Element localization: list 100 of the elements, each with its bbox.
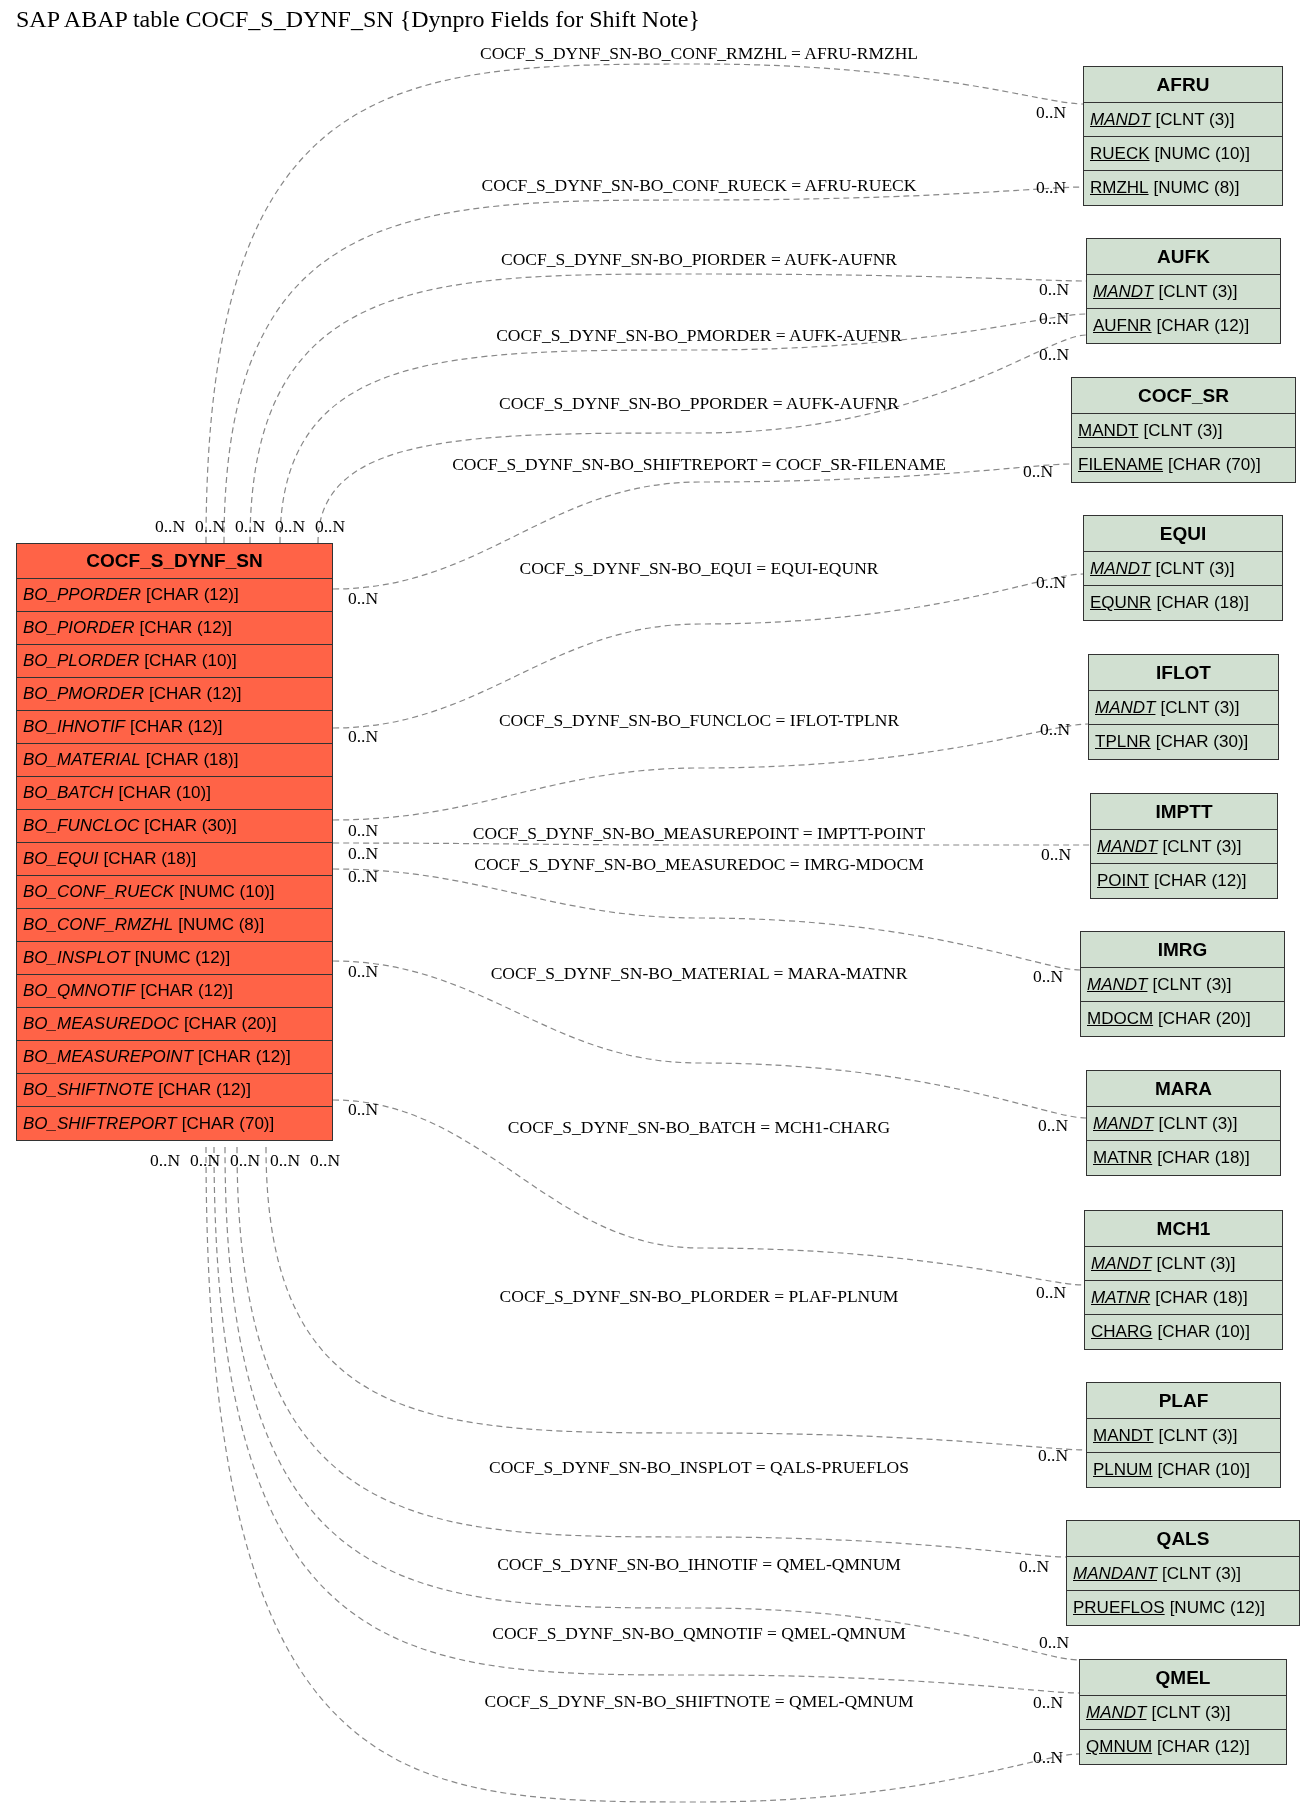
- relation-label: COCF_S_DYNF_SN-BO_MATERIAL = MARA-MATNR: [490, 962, 908, 984]
- cardinality-label: 0..N: [1037, 1114, 1069, 1136]
- relation-label: COCF_S_DYNF_SN-BO_CONF_RUECK = AFRU-RUECK: [481, 174, 917, 196]
- cardinality-label: 0..N: [234, 515, 266, 537]
- table-field-row: BO_CONF_RMZHL [NUMC (8)]: [17, 909, 332, 942]
- relation-label: COCF_S_DYNF_SN-BO_IHNOTIF = QMEL-QMNUM: [497, 1553, 901, 1575]
- relation-label: COCF_S_DYNF_SN-BO_INSPLOT = QALS-PRUEFLOS: [489, 1456, 909, 1478]
- table-field-row: MANDT [CLNT (3)]: [1084, 552, 1282, 586]
- cardinality-label: 0..N: [1038, 278, 1070, 300]
- relation-label: COCF_S_DYNF_SN-BO_BATCH = MCH1-CHARG: [507, 1116, 891, 1138]
- table-field-row-text: POINT [CHAR (12)]: [1096, 870, 1248, 892]
- cardinality-label: 0..N: [1038, 307, 1070, 329]
- table-field-row-text: RMZHL [NUMC (8)]: [1089, 177, 1241, 199]
- table-field-row: BO_FUNCLOC [CHAR (30)]: [17, 810, 332, 843]
- cardinality-label: 0..N: [1039, 718, 1071, 740]
- cardinality-label: 0..N: [1035, 101, 1067, 123]
- cardinality-label: 0..N: [347, 842, 379, 864]
- table-field-row: BO_PIORDER [CHAR (12)]: [17, 612, 332, 645]
- table-field-row: RUECK [NUMC (10)]: [1084, 137, 1282, 171]
- table-field-row: BO_PLORDER [CHAR (10)]: [17, 645, 332, 678]
- table-name-header: COCF_SR: [1072, 378, 1295, 414]
- table-field-row: BO_QMNOTIF [CHAR (12)]: [17, 975, 332, 1008]
- relation-label: COCF_S_DYNF_SN-BO_CONF_RMZHL = AFRU-RMZHL: [480, 42, 918, 64]
- cardinality-label: 0..N: [347, 865, 379, 887]
- cardinality-label: 0..N: [347, 587, 379, 609]
- cardinality-label: 0..N: [274, 515, 306, 537]
- table-field-row: BO_SHIFTNOTE [CHAR (12)]: [17, 1074, 332, 1107]
- table-name-header: MARA: [1087, 1071, 1280, 1107]
- table-field-row: BO_PMORDER [CHAR (12)]: [17, 678, 332, 711]
- relation-label: COCF_S_DYNF_SN-BO_SHIFTNOTE = QMEL-QMNUM: [484, 1690, 914, 1712]
- table-name-header: QALS: [1067, 1521, 1299, 1557]
- cardinality-label: 0..N: [154, 515, 186, 537]
- cardinality-label: 0..N: [189, 1149, 221, 1171]
- table-field-row: BO_EQUI [CHAR (18)]: [17, 843, 332, 876]
- table-field-row-text: TPLNR [CHAR (30)]: [1094, 731, 1250, 753]
- cardinality-label: 0..N: [347, 819, 379, 841]
- cardinality-label: 0..N: [347, 725, 379, 747]
- table-field-row: BO_IHNOTIF [CHAR (12)]: [17, 711, 332, 744]
- relation-label: COCF_S_DYNF_SN-BO_QMNOTIF = QMEL-QMNUM: [492, 1622, 906, 1644]
- cardinality-label: 0..N: [1032, 1691, 1064, 1713]
- table-field-row: MANDT [CLNT (3)]: [1080, 1696, 1286, 1730]
- table-field-row-text: QMNUM [CHAR (12)]: [1085, 1736, 1251, 1758]
- table-name-header: PLAF: [1087, 1383, 1280, 1419]
- table-name-header: IMPTT: [1091, 794, 1277, 830]
- cardinality-label: 0..N: [314, 515, 346, 537]
- cardinality-label: 0..N: [1038, 343, 1070, 365]
- table-name-header: MCH1: [1085, 1211, 1282, 1247]
- cardinality-label: 0..N: [347, 960, 379, 982]
- relation-label: COCF_S_DYNF_SN-BO_PMORDER = AUFK-AUFNR: [496, 324, 902, 346]
- table-field-row-text: EQUNR [CHAR (18)]: [1089, 592, 1250, 614]
- table-field-row: MANDANT [CLNT (3)]: [1067, 1557, 1299, 1591]
- table-field-row-text: AUFNR [CHAR (12)]: [1092, 315, 1251, 337]
- cardinality-label: 0..N: [309, 1149, 341, 1171]
- table-field-row: BO_MATERIAL [CHAR (18)]: [17, 744, 332, 777]
- relation-label: COCF_S_DYNF_SN-BO_SHIFTREPORT = COCF_SR-FILENAME: [452, 453, 946, 475]
- cardinality-label: 0..N: [1040, 843, 1072, 865]
- cardinality-label: 0..N: [1032, 1746, 1064, 1768]
- relation-label: COCF_S_DYNF_SN-BO_MEASUREDOC = IMRG-MDOCM: [474, 853, 924, 875]
- relation-label: COCF_S_DYNF_SN-BO_PIORDER = AUFK-AUFNR: [501, 248, 897, 270]
- table-name-header: QMEL: [1080, 1660, 1286, 1696]
- table-name-header: IMRG: [1081, 932, 1284, 968]
- cardinality-label: 0..N: [347, 1098, 379, 1120]
- table-field-row: MANDT [CLNT (3)]: [1087, 1419, 1280, 1453]
- table-field-row: MANDT [CLNT (3)]: [1087, 275, 1280, 309]
- table-field-row-text: MATNR [CHAR (18)]: [1092, 1147, 1251, 1169]
- table-name-header: IFLOT: [1089, 655, 1278, 691]
- relation-label: COCF_S_DYNF_SN-BO_FUNCLOC = IFLOT-TPLNR: [498, 709, 900, 731]
- cardinality-label: 0..N: [1022, 460, 1054, 482]
- table-field-row-text: PLNUM [CHAR (10)]: [1092, 1459, 1252, 1481]
- relation-label: COCF_S_DYNF_SN-BO_EQUI = EQUI-EQUNR: [519, 557, 879, 579]
- table-field-row: MANDT [CLNT (3)]: [1091, 830, 1277, 864]
- table-field-row: MANDT [CLNT (3)]: [1084, 103, 1282, 137]
- cardinality-label: 0..N: [1018, 1555, 1050, 1577]
- cardinality-label: 0..N: [269, 1149, 301, 1171]
- table-field-row: BO_MEASUREDOC [CHAR (20)]: [17, 1008, 332, 1041]
- table-field-row: MANDT [CLNT (3)]: [1085, 1247, 1282, 1281]
- relation-label: COCF_S_DYNF_SN-BO_MEASUREPOINT = IMPTT-POINT: [472, 822, 926, 844]
- table-field-row: MANDT [CLNT (3)]: [1081, 968, 1284, 1002]
- cardinality-label: 0..N: [1038, 1631, 1070, 1653]
- cardinality-label: 0..N: [229, 1149, 261, 1171]
- table-field-row-text: MDOCM [CHAR (20)]: [1086, 1008, 1252, 1030]
- table-field-row: MANDT [CLNT (3)]: [1089, 691, 1278, 725]
- cardinality-label: 0..N: [1035, 176, 1067, 198]
- cardinality-label: 0..N: [149, 1149, 181, 1171]
- cardinality-label: 0..N: [1037, 1444, 1069, 1466]
- table-name-header: AUFK: [1087, 239, 1280, 275]
- table-name-header: AFRU: [1084, 67, 1282, 103]
- diagram-title: SAP ABAP table COCF_S_DYNF_SN {Dynpro Fields for Shift Note}: [16, 6, 700, 33]
- relation-label: COCF_S_DYNF_SN-BO_PLORDER = PLAF-PLNUM: [499, 1285, 899, 1307]
- table-field-row-text: BO_SHIFTREPORT [CHAR (70)]: [22, 1112, 276, 1135]
- table-field-row: BO_BATCH [CHAR (10)]: [17, 777, 332, 810]
- table-field-row: BO_MEASUREPOINT [CHAR (12)]: [17, 1041, 332, 1074]
- table-field-row: MANDT [CLNT (3)]: [1087, 1107, 1280, 1141]
- table-name-header: EQUI: [1084, 516, 1282, 552]
- table-field-row: BO_CONF_RUECK [NUMC (10)]: [17, 876, 332, 909]
- table-field-row: MANDT [CLNT (3)]: [1072, 414, 1295, 448]
- table-field-row: BO_INSPLOT [NUMC (12)]: [17, 942, 332, 975]
- cardinality-label: 0..N: [1035, 1281, 1067, 1303]
- table-field-row-text: PRUEFLOS [NUMC (12)]: [1072, 1597, 1267, 1619]
- cardinality-label: 0..N: [1032, 965, 1064, 987]
